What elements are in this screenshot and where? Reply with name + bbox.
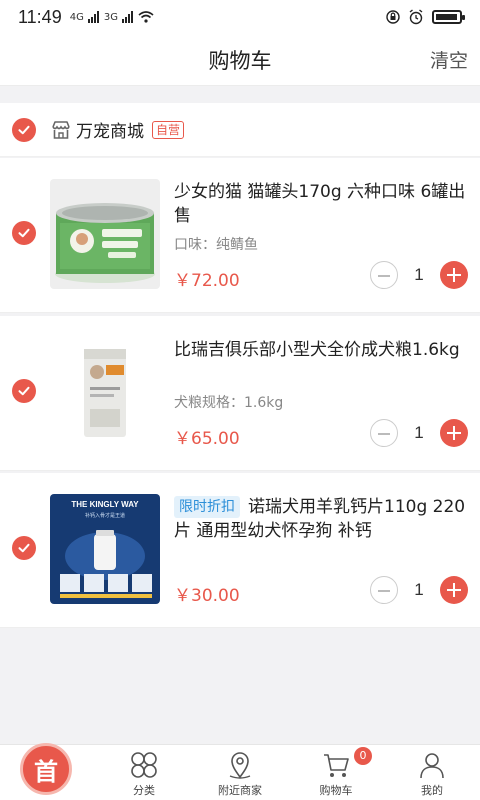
quantity-value: 1: [414, 423, 424, 442]
quantity-value: 1: [414, 580, 424, 599]
item-select-checkbox[interactable]: [12, 536, 36, 560]
tab-profile[interactable]: 我的: [384, 745, 480, 800]
tab-label: 购物车: [319, 784, 353, 797]
store-icon: [52, 120, 70, 139]
item-select-checkbox[interactable]: [12, 379, 36, 403]
shop-name[interactable]: 万宠商城: [76, 117, 144, 142]
quantity-stepper: 1: [370, 575, 468, 605]
increase-quantity-button[interactable]: [440, 419, 468, 447]
cart-icon: [324, 754, 349, 777]
tab-nearby-merchants[interactable]: 附近商家: [192, 745, 288, 800]
quantity-value: 1: [414, 265, 424, 284]
check-icon: [18, 386, 30, 396]
product-price: ￥72.00: [174, 271, 240, 291]
product-title[interactable]: 限时折扣 诺瑞犬用羊乳钙片110g 220片 通用型幼犬怀孕狗 补钙: [174, 495, 469, 543]
check-icon: [18, 125, 30, 134]
signal-3g-label: 3G: [103, 11, 118, 23]
tab-category[interactable]: 分类: [96, 745, 192, 800]
quantity-stepper: 1: [370, 260, 468, 290]
decrease-quantity-button[interactable]: [370, 419, 398, 447]
category-icon: [131, 752, 157, 778]
cart-item: 比瑞吉俱乐部小型犬全价成犬粮1.6kg 犬粮规格：1.6kg ￥65.00 1: [0, 316, 480, 471]
product-image[interactable]: [50, 337, 160, 447]
increase-quantity-button[interactable]: [440, 576, 468, 604]
decrease-quantity-button[interactable]: [370, 261, 398, 289]
product-title[interactable]: 比瑞吉俱乐部小型犬全价成犬粮1.6kg: [174, 338, 469, 362]
check-icon: [18, 228, 30, 238]
product-title[interactable]: 少女的猫 猫罐头170g 六种口味 6罐出售: [174, 180, 469, 228]
increase-quantity-button[interactable]: [440, 261, 468, 289]
status-time: 11:49: [18, 6, 62, 27]
page-title: 购物车: [208, 48, 272, 73]
product-image-slogan: 补钙入骨才是王道: [85, 512, 125, 519]
tab-label: 分类: [133, 784, 155, 797]
check-icon: [18, 543, 30, 553]
user-icon: [420, 753, 444, 779]
product-spec: 口味：纯鲭鱼: [174, 237, 258, 253]
status-bar: 11:49 4G 3G: [0, 0, 480, 34]
bottom-tab-bar: 分类 附近商家 0 购物车 我的: [0, 744, 480, 800]
product-image[interactable]: [50, 179, 160, 289]
item-select-checkbox[interactable]: [12, 221, 36, 245]
tab-label: 我的: [421, 784, 443, 797]
tab-label: 附近商家: [218, 784, 262, 797]
signal-4g-label: 4G: [69, 11, 84, 23]
lock-icon: [386, 10, 400, 24]
limited-discount-badge: 限时折扣: [174, 496, 240, 518]
battery-icon: [432, 10, 465, 24]
location-pin-icon: [229, 752, 251, 779]
cart-item: 少女的猫 猫罐头170g 六种口味 6罐出售 口味：纯鲭鱼 ￥72.00 1: [0, 158, 480, 313]
signal-icon: [87, 11, 99, 23]
home-button[interactable]: 首: [20, 743, 72, 795]
product-price: ￥65.00: [174, 429, 240, 449]
clear-cart-button[interactable]: 清空: [430, 46, 468, 73]
self-operated-badge: 自营: [152, 120, 185, 139]
signal-indicators: 4G 3G: [70, 11, 154, 23]
shop-select-checkbox[interactable]: [12, 117, 36, 142]
decrease-quantity-button[interactable]: [370, 576, 398, 604]
shop-header: 万宠商城 自营: [0, 103, 480, 157]
status-right: [386, 9, 465, 25]
cart-count-badge: 0: [354, 747, 372, 765]
cart-item: THE KINGLY WAY 补钙入骨才是王道 限时折扣 诺瑞犬用羊乳钙片110g…: [0, 473, 480, 628]
product-image-brand: THE KINGLY WAY: [71, 500, 139, 509]
alarm-icon: [409, 9, 423, 25]
product-image[interactable]: THE KINGLY WAY 补钙入骨才是王道: [50, 494, 160, 604]
product-price: ￥30.00: [174, 586, 240, 606]
nav-bar: 购物车 清空: [0, 34, 480, 86]
tab-cart[interactable]: 0 购物车: [288, 745, 384, 800]
product-spec: 犬粮规格：1.6kg: [174, 395, 284, 411]
signal-icon: [121, 11, 133, 23]
wifi-icon: [138, 11, 154, 23]
quantity-stepper: 1: [370, 418, 468, 448]
